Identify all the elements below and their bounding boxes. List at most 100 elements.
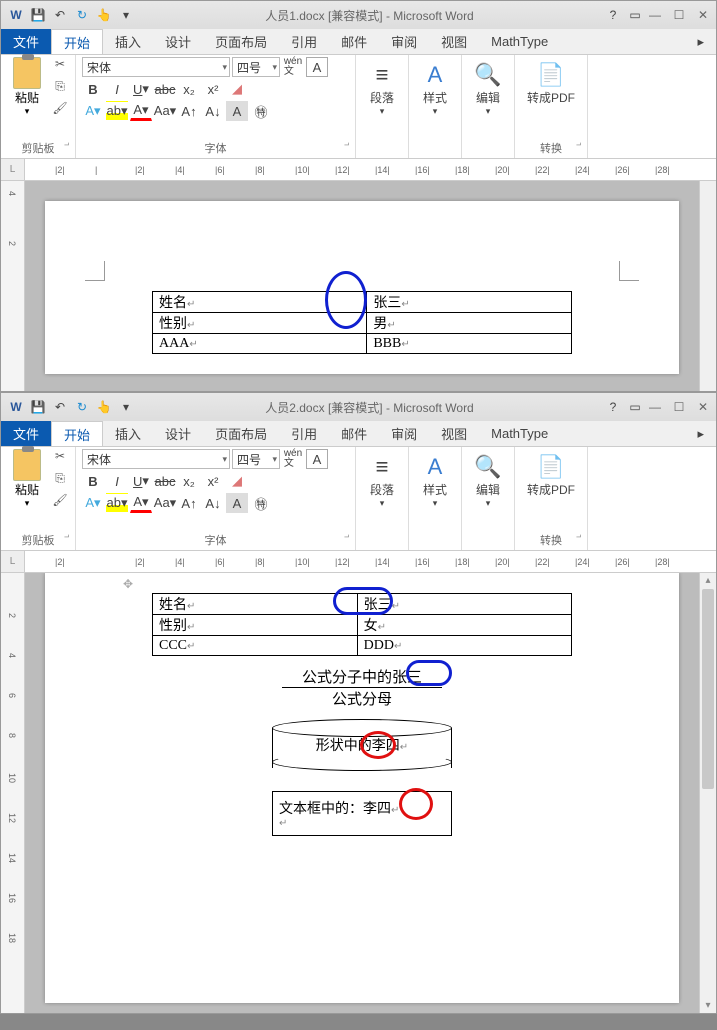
maximize-button[interactable]: ☐ [670,400,688,414]
char-border-icon[interactable]: A [306,449,328,469]
minimize-button[interactable]: — [646,8,664,22]
char-circle-icon[interactable]: ㊕ [250,493,272,513]
horizontal-ruler[interactable]: L |2|| |2||4||6| |8||10||12| |14||16||18… [1,159,716,181]
enclose-char-icon[interactable]: A [226,493,248,513]
strikethrough-button[interactable]: abc [154,79,176,99]
vertical-scrollbar[interactable] [699,181,716,391]
cell[interactable]: BBB [367,334,572,354]
undo-icon[interactable]: ↶ [51,6,69,24]
char-shading-icon[interactable]: Aa▾ [154,493,176,513]
save-icon[interactable]: 💾 [29,6,47,24]
ribbon-display-icon[interactable]: ▭ [626,398,644,416]
shrink-font-icon[interactable]: A↓ [202,101,224,121]
cylinder-shape[interactable]: 形状中的李四 [272,719,452,771]
font-size-combo[interactable]: 四号 [232,57,280,77]
horizontal-ruler[interactable]: L |2||2||4| |6||8||10| |12||14||16| |18|… [1,551,716,573]
phonetic-guide-icon[interactable]: wén文 [282,449,304,469]
tab-file[interactable]: 文件 [1,29,51,54]
qa-more-icon[interactable]: ▾ [117,6,135,24]
ribbon-display-icon[interactable]: ▭ [626,6,644,24]
tab-mathtype[interactable]: MathType [479,29,560,54]
qa-more-icon[interactable]: ▾ [117,398,135,416]
styles-button[interactable]: A样式▾ [415,449,455,509]
text-box[interactable]: 文本框中的：李四 ↵ [272,791,452,836]
text-effects-icon[interactable]: A▾ [82,101,104,121]
tab-review[interactable]: 审阅 [379,421,429,446]
cell[interactable]: AAA [153,334,367,354]
titlebar[interactable]: W 💾 ↶ ↻ 👆 ▾ 人员2.docx [兼容模式] - Microsoft … [1,393,716,421]
vertical-ruler[interactable]: 246 81012 141618 [1,573,25,1013]
highlight-icon[interactable]: ab▾ [106,493,128,513]
superscript-button[interactable]: x² [202,471,224,491]
maximize-button[interactable]: ☐ [670,8,688,22]
editing-button[interactable]: 🔍编辑▾ [468,449,508,509]
clear-formatting-icon[interactable]: ◢ [226,79,248,99]
enclose-char-icon[interactable]: A [226,101,248,121]
tab-home[interactable]: 开始 [51,29,103,54]
cell[interactable]: 女 [357,615,571,636]
subscript-button[interactable]: x₂ [178,79,200,99]
phonetic-guide-icon[interactable]: wén文 [282,57,304,77]
format-painter-icon[interactable]: 🖌 [51,101,69,119]
touch-icon[interactable]: 👆 [95,398,113,416]
undo-icon[interactable]: ↶ [51,398,69,416]
underline-button[interactable]: U ▾ [130,79,152,99]
superscript-button[interactable]: x² [202,79,224,99]
bold-button[interactable]: B [82,471,104,491]
tab-layout[interactable]: 页面布局 [203,29,279,54]
convert-pdf-button[interactable]: 📄转成PDF [521,449,581,498]
paragraph-button[interactable]: ≡ 段落▾ [362,57,402,117]
styles-button[interactable]: A 样式▾ [415,57,455,117]
fraction-denominator[interactable]: 公式分母 [282,688,442,709]
repeat-icon[interactable]: ↻ [73,398,91,416]
copy-icon[interactable]: ⎘ [51,79,69,97]
bold-button[interactable]: B [82,79,104,99]
cell[interactable]: CCC [153,636,358,656]
tab-mathtype[interactable]: MathType [479,421,560,446]
tab-home[interactable]: 开始 [51,421,103,446]
help-icon[interactable]: ? [604,398,622,416]
cell[interactable]: 张三 [367,292,572,313]
page-1[interactable]: 姓名张三 性别男 AAABBB [45,201,679,374]
vertical-scrollbar[interactable]: ▴ ▾ [699,573,716,1013]
tab-mailings[interactable]: 邮件 [329,29,379,54]
close-button[interactable]: ✕ [694,400,712,414]
cell[interactable]: DDD [357,636,571,656]
repeat-icon[interactable]: ↻ [73,6,91,24]
underline-button[interactable]: U ▾ [130,471,152,491]
highlight-icon[interactable]: ab▾ [106,101,128,121]
tab-design[interactable]: 设计 [153,29,203,54]
text-effects-icon[interactable]: A▾ [82,493,104,513]
font-name-combo[interactable]: 宋体 [82,449,230,469]
tab-review[interactable]: 审阅 [379,29,429,54]
equation-fraction[interactable]: 公式分子中的张三 公式分母 [282,666,442,709]
tab-more-icon[interactable]: ▸ [685,421,716,446]
tab-references[interactable]: 引用 [279,421,329,446]
textbox-text[interactable]: 文本框中的：李四 [279,800,399,816]
tab-mailings[interactable]: 邮件 [329,421,379,446]
tab-insert[interactable]: 插入 [103,29,153,54]
tab-design[interactable]: 设计 [153,421,203,446]
vertical-ruler[interactable]: 42 [1,181,25,391]
grow-font-icon[interactable]: A↑ [178,101,200,121]
table-anchor-icon[interactable]: ✥ [123,577,133,591]
paragraph-button[interactable]: ≡段落▾ [362,449,402,509]
page-2[interactable]: ✥ 姓名张三 性别女 CCCDDD 公式分子中的张三 公式分母 形状中的李四 [45,573,679,1003]
paste-button[interactable]: 粘贴 ▾ [7,57,47,119]
char-shading-icon[interactable]: Aa▾ [154,101,176,121]
tab-file[interactable]: 文件 [1,421,51,446]
cut-icon[interactable]: ✂ [51,57,69,75]
strikethrough-button[interactable]: abc [154,471,176,491]
help-icon[interactable]: ? [604,6,622,24]
font-name-combo[interactable]: 宋体 [82,57,230,77]
font-color-icon[interactable]: A▾ [130,493,152,513]
format-painter-icon[interactable]: 🖌 [51,493,69,511]
grow-font-icon[interactable]: A↑ [178,493,200,513]
paste-button[interactable]: 粘贴 ▾ [7,449,47,511]
paste-dropdown-icon[interactable]: ▾ [25,106,30,117]
subscript-button[interactable]: x₂ [178,471,200,491]
clear-formatting-icon[interactable]: ◢ [226,471,248,491]
paste-dropdown-icon[interactable]: ▾ [25,498,30,509]
editing-button[interactable]: 🔍 编辑▾ [468,57,508,117]
tab-layout[interactable]: 页面布局 [203,421,279,446]
